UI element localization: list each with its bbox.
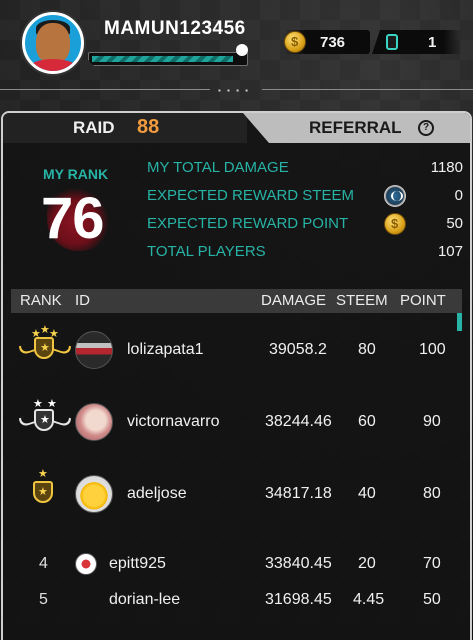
- gold-three-star-winged-badge: ★ ★ ★ ★: [19, 324, 71, 363]
- tab-referral-label: REFERRAL: [309, 118, 402, 137]
- stat-label: EXPECTED REWARD STEEM: [147, 187, 354, 204]
- point-value: 100: [419, 341, 446, 358]
- point-value: 80: [423, 485, 441, 502]
- xp-progress-knob: [236, 44, 248, 56]
- point-value: 90: [423, 413, 441, 430]
- rank-number: 4: [39, 555, 48, 572]
- table-row[interactable]: 5 dorian-lee 31698.45 4.45 50: [11, 587, 457, 640]
- scrollbar[interactable]: [457, 313, 462, 331]
- col-damage: DAMAGE: [261, 292, 327, 309]
- stat-value: 50: [446, 215, 463, 232]
- col-steem: STEEM: [336, 292, 388, 309]
- stat-expected-point: EXPECTED REWARD POINT 50: [147, 213, 467, 235]
- gem-balance[interactable]: 1: [372, 30, 462, 54]
- user-avatar: [75, 331, 113, 369]
- raid-count: 88: [137, 116, 160, 138]
- col-rank: RANK: [20, 292, 62, 309]
- stat-value: 107: [437, 243, 463, 260]
- steem-value: 60: [358, 413, 376, 430]
- table-row[interactable]: ★ ★ adeljose 34817.18 40 80: [11, 465, 457, 525]
- stat-total-players: TOTAL PLAYERS 107: [147, 243, 467, 263]
- player-avatar[interactable]: [22, 12, 84, 74]
- table-row[interactable]: 4 epitt925 33840.45 20 70: [11, 535, 457, 595]
- xp-progress-bar: [88, 52, 248, 66]
- user-id: dorian-lee: [109, 591, 181, 608]
- steem-icon: [384, 185, 406, 207]
- leaderboard-list[interactable]: ★ ★ ★ ★ lolizapata1 39058.2 80 100 ★ ★ ★…: [11, 313, 462, 640]
- damage-value: 34817.18: [265, 485, 332, 502]
- user-avatar: [75, 475, 113, 513]
- table-row[interactable]: ★ ★ ★ ★ lolizapata1 39058.2 80 100: [11, 321, 457, 381]
- gold-one-star-badge: ★ ★: [29, 468, 59, 509]
- coin-icon: [284, 31, 306, 53]
- leaderboard-header: RANK ID DAMAGE STEEM POINT: [11, 289, 462, 313]
- damage-value: 39058.2: [269, 341, 327, 358]
- stat-label: MY TOTAL DAMAGE: [147, 159, 289, 176]
- col-point: POINT: [400, 292, 446, 309]
- tab-raid-label: RAID: [73, 118, 115, 137]
- user-id: adeljose: [127, 485, 187, 502]
- user-id: victornavarro: [127, 413, 220, 430]
- avatar-face: [36, 23, 70, 63]
- table-row[interactable]: ★ ★ ★ victornavarro 38244.46 60 90: [11, 393, 457, 453]
- steem-value: 80: [358, 341, 376, 358]
- stat-label: EXPECTED REWARD POINT: [147, 215, 349, 232]
- raid-panel: RAID 88 REFERRAL ? MY RANK 76 MY TOTAL D…: [1, 111, 472, 640]
- damage-value: 33840.45: [265, 555, 332, 572]
- coin-balance[interactable]: 736: [284, 30, 370, 54]
- stat-total-damage: MY TOTAL DAMAGE 1180: [147, 159, 467, 179]
- gem-icon: [386, 34, 398, 50]
- stat-expected-steem: EXPECTED REWARD STEEM 0: [147, 185, 467, 207]
- xp-progress-fill: [92, 56, 233, 62]
- user-avatar: [75, 553, 97, 575]
- user-id: lolizapata1: [127, 341, 204, 358]
- silver-two-star-winged-badge: ★ ★ ★: [19, 398, 71, 435]
- coin-icon: [384, 213, 406, 235]
- my-rank-value: 76: [41, 186, 105, 251]
- stat-value: 1180: [430, 159, 463, 176]
- damage-value: 31698.45: [265, 591, 332, 608]
- header-divider: ▪ ▪ ▪ ▪: [0, 86, 473, 95]
- rank-number: 5: [39, 591, 48, 608]
- point-value: 50: [423, 591, 441, 608]
- coin-count: 736: [320, 33, 346, 51]
- help-icon[interactable]: ?: [418, 120, 434, 136]
- tab-raid[interactable]: [3, 113, 247, 143]
- my-rank-label: MY RANK: [43, 166, 109, 182]
- col-id: ID: [75, 292, 90, 309]
- gem-count: 1: [428, 33, 437, 51]
- username: MAMUN123456: [104, 18, 246, 39]
- steem-value: 20: [358, 555, 376, 572]
- stat-label: TOTAL PLAYERS: [147, 243, 266, 260]
- user-avatar: [75, 403, 113, 441]
- user-id: epitt925: [109, 555, 166, 572]
- damage-value: 38244.46: [265, 413, 332, 430]
- point-value: 70: [423, 555, 441, 572]
- tab-bar: RAID 88 REFERRAL ?: [3, 113, 470, 143]
- stat-value: 0: [454, 187, 463, 204]
- steem-value: 40: [358, 485, 376, 502]
- steem-value: 4.45: [353, 591, 385, 608]
